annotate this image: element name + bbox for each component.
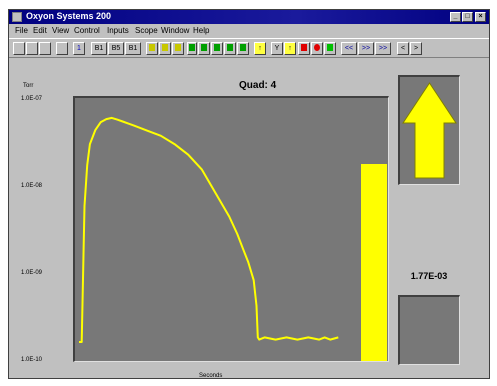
trend-up-arrow-icon xyxy=(402,82,457,179)
y-axis-unit: Torr xyxy=(23,83,34,89)
menu-file[interactable]: File xyxy=(15,26,28,35)
open-icon[interactable] xyxy=(26,42,38,55)
maximize-button[interactable]: □ xyxy=(462,12,473,22)
y-tick-label: 1.0E-07 xyxy=(21,96,43,102)
chart-plot-area xyxy=(73,96,389,362)
prev-button[interactable]: < xyxy=(397,42,409,55)
chart-green-icon[interactable] xyxy=(324,42,336,55)
y-tick-label: 1.0E-10 xyxy=(21,357,43,363)
arrow-icon-1[interactable]: ↑ xyxy=(254,42,266,55)
rewind-button[interactable]: << xyxy=(341,42,357,55)
menu-bar: File Edit View Control Inputs Scope Wind… xyxy=(9,25,489,37)
red-swatch xyxy=(314,44,320,52)
y-tick-label: 1.0E-08 xyxy=(21,183,43,189)
yellow-swatch xyxy=(149,44,155,52)
green-swatch xyxy=(227,44,233,52)
app-icon[interactable] xyxy=(12,12,22,22)
level-bar-track xyxy=(361,98,387,361)
x-axis-label: Seconds xyxy=(199,373,223,379)
channel-icon-2[interactable] xyxy=(159,42,171,55)
menu-help[interactable]: Help xyxy=(193,26,209,35)
menu-inputs[interactable]: Inputs xyxy=(107,26,129,35)
window-title: Oxyon Systems 200 xyxy=(26,11,112,21)
menu-scope[interactable]: Scope xyxy=(135,26,158,35)
tool-button-b1[interactable]: B1 xyxy=(91,42,107,55)
tool-button-1[interactable]: 1 xyxy=(73,42,85,55)
y-tick-label: 1.0E-09 xyxy=(21,270,43,276)
title-bar[interactable]: Oxyon Systems 200 _ □ × xyxy=(9,10,489,24)
channel-icon-3[interactable] xyxy=(172,42,184,55)
arrow-icon-2[interactable]: ↑ xyxy=(284,42,296,55)
secondary-panel xyxy=(398,295,460,365)
toolbar: 1 B1 B5 B1 ↑ Y ↑ << >> >> < > xyxy=(9,38,489,58)
channel-icon-1[interactable] xyxy=(146,42,158,55)
series-line xyxy=(79,116,339,343)
level-bar-fill xyxy=(361,163,387,361)
filter-icon[interactable]: Y xyxy=(271,42,283,55)
channel-icon-4[interactable] xyxy=(187,42,197,55)
green-swatch xyxy=(214,44,220,52)
target-icon[interactable] xyxy=(311,42,323,55)
menu-control[interactable]: Control xyxy=(74,26,100,35)
next-button[interactable]: > xyxy=(410,42,422,55)
tool-button-b5[interactable]: B5 xyxy=(108,42,124,55)
green-swatch xyxy=(240,44,246,52)
close-button[interactable]: × xyxy=(475,12,486,22)
forward-button[interactable]: >> xyxy=(358,42,374,55)
print-icon[interactable] xyxy=(56,42,68,55)
yellow-swatch xyxy=(175,44,181,52)
channel-icon-7[interactable] xyxy=(224,42,236,55)
red-swatch xyxy=(301,44,307,52)
quad-label: Quad: 4 xyxy=(239,80,277,91)
channel-icon-5[interactable] xyxy=(198,42,210,55)
trend-panel xyxy=(398,75,460,185)
yellow-swatch xyxy=(162,44,168,52)
green-swatch xyxy=(201,44,207,52)
channel-icon-6[interactable] xyxy=(211,42,223,55)
menu-window[interactable]: Window xyxy=(161,26,189,35)
chart-svg xyxy=(79,116,339,343)
green-swatch xyxy=(189,44,195,52)
chart-red-icon[interactable] xyxy=(298,42,310,55)
trend-arrow-svg xyxy=(402,82,457,179)
main-content: Quad: 4 Torr 1.0E-07 1.0E-08 1.0E-09 1.0… xyxy=(9,60,489,379)
fast-forward-button[interactable]: >> xyxy=(375,42,391,55)
new-icon[interactable] xyxy=(13,42,25,55)
app-window: Oxyon Systems 200 _ □ × File Edit View C… xyxy=(8,9,490,379)
channel-icon-8[interactable] xyxy=(237,42,249,55)
pressure-readout: 1.77E-03 xyxy=(410,271,448,281)
minimize-button[interactable]: _ xyxy=(450,12,461,22)
save-icon[interactable] xyxy=(39,42,51,55)
tool-button-b1-2[interactable]: B1 xyxy=(125,42,141,55)
menu-view[interactable]: View xyxy=(52,26,69,35)
green-swatch xyxy=(327,44,333,52)
menu-edit[interactable]: Edit xyxy=(33,26,47,35)
